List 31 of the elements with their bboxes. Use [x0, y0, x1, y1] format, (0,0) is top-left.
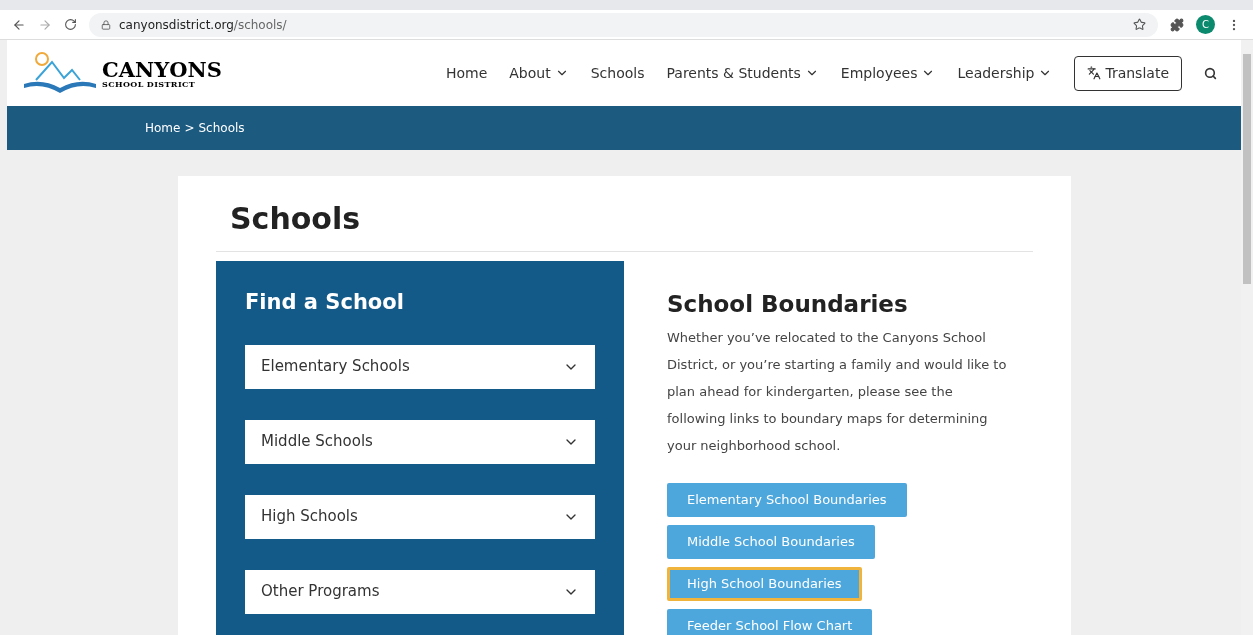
profile-avatar[interactable]: C	[1196, 15, 1215, 34]
logo-subtitle: SCHOOL DISTRICT	[102, 79, 197, 88]
address-bar[interactable]: canyonsdistrict.org/schools/	[89, 12, 1158, 37]
translate-icon	[1087, 66, 1102, 80]
nav-link[interactable]: Schools	[590, 62, 645, 84]
reload-icon[interactable]	[64, 18, 77, 31]
nav-link[interactable]: Home	[445, 62, 488, 84]
nav-link[interactable]: Parents & Students	[666, 62, 819, 84]
translate-button[interactable]: Translate	[1074, 55, 1182, 91]
back-icon[interactable]	[12, 17, 26, 32]
search-icon[interactable]	[1204, 66, 1217, 80]
panel-title: Find a School	[245, 289, 405, 316]
logo-title: CANYONS	[102, 58, 222, 80]
section-title: School Boundaries	[667, 290, 909, 319]
star-icon[interactable]	[1133, 18, 1146, 31]
school-dropdown[interactable]: Elementary Schools	[245, 344, 595, 389]
nav-link[interactable]: Leadership	[957, 62, 1053, 84]
breadcrumb-current: Schools	[198, 120, 245, 137]
breadcrumb-link[interactable]: Home	[145, 119, 181, 137]
extensions-icon[interactable]	[1170, 17, 1184, 32]
lock-icon	[101, 19, 111, 30]
school-dropdown[interactable]: Middle Schools	[245, 419, 595, 464]
url-text: canyonsdistrict.org/schools/	[119, 16, 287, 34]
school-dropdown[interactable]: Other Programs	[245, 569, 595, 614]
nav-link[interactable]: About	[509, 62, 569, 84]
page-title: Schools	[216, 196, 1033, 252]
section-description: Whether you’ve relocated to the Canyons School District, or you’re starting a family and would like to plan ahead for kindergarten, please see the following links to boundary maps for determining your neighborhood school.	[667, 328, 1008, 455]
logo-icon	[22, 50, 98, 96]
school-dropdown[interactable]: High Schools	[245, 494, 595, 539]
nav-link[interactable]: Employees	[840, 62, 936, 84]
breadcrumb-separator: >	[184, 120, 195, 137]
